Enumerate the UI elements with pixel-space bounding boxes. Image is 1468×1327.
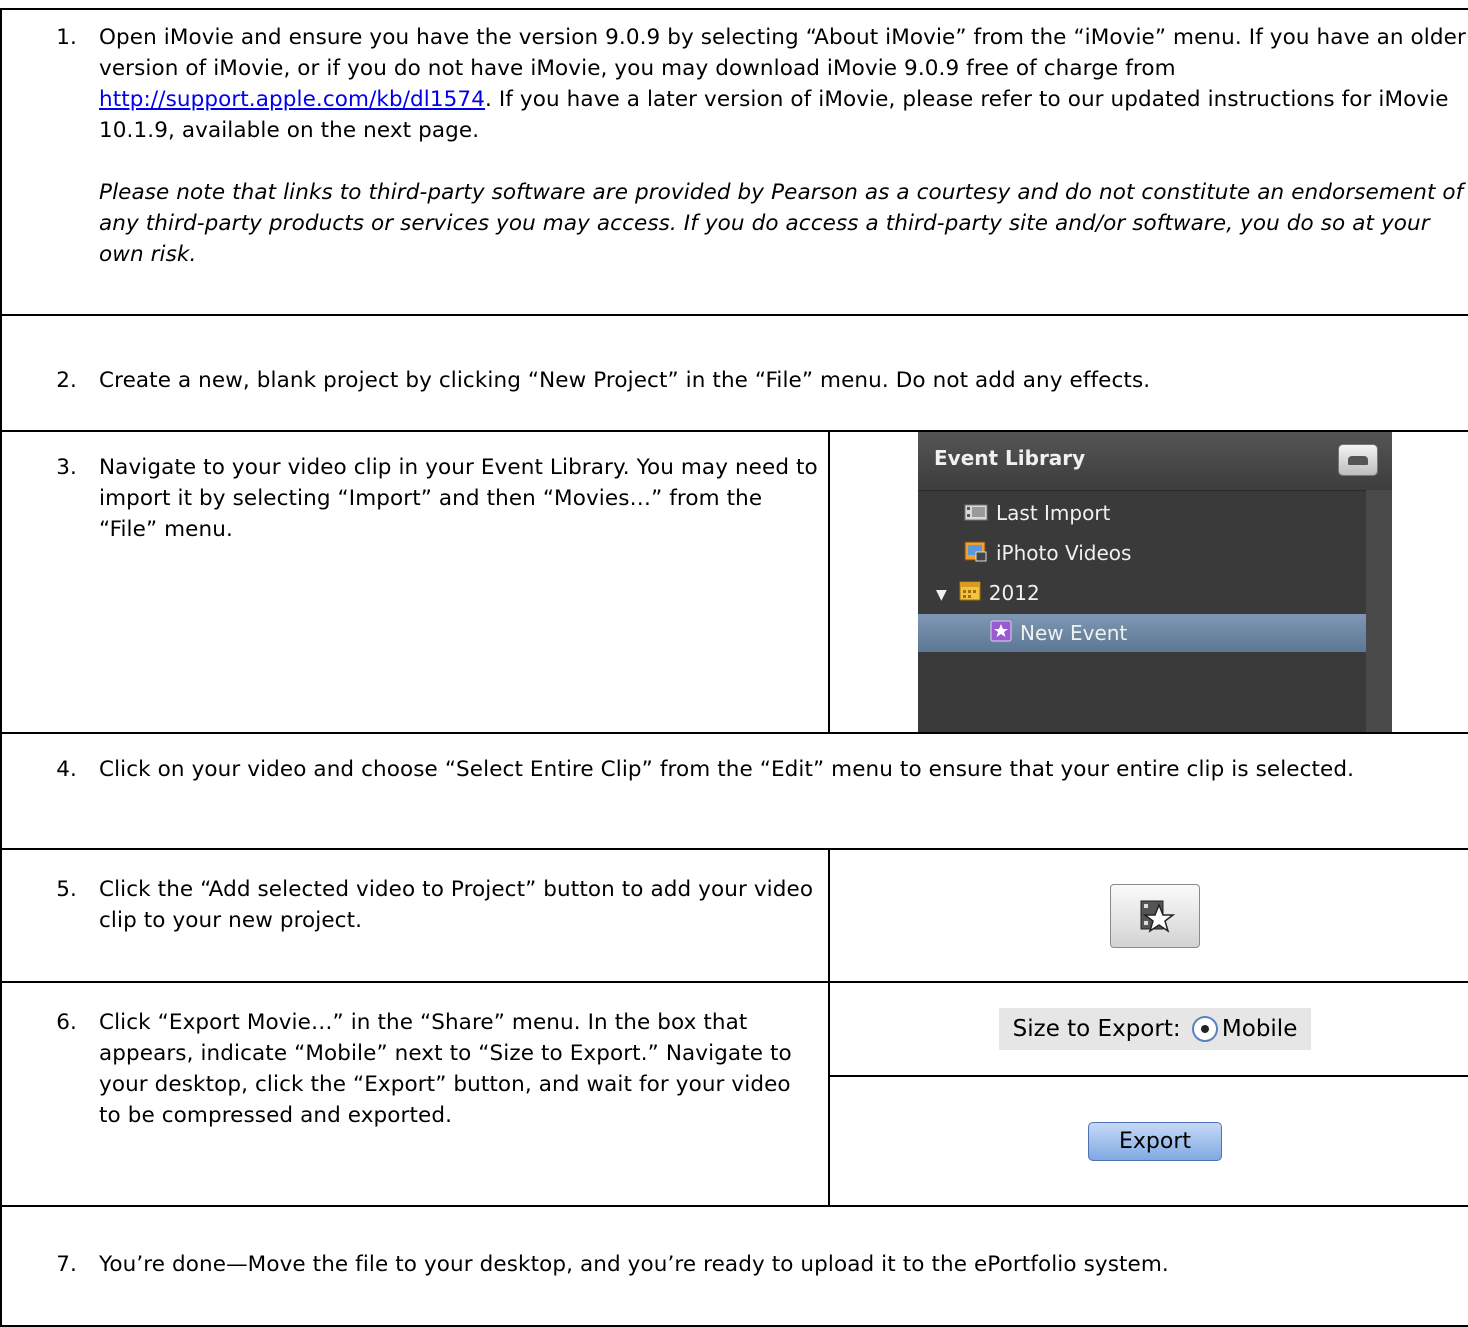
step-4: 4. Click on your video and choose “Selec…	[32, 754, 1468, 785]
step-7-cell: 7. You’re done—Move the file to your des…	[0, 1205, 1468, 1327]
step-2-text: Create a new, blank project by clicking …	[99, 368, 1151, 393]
add-button-cell	[828, 848, 1468, 983]
star-icon	[990, 616, 1012, 654]
disclaimer-note: Please note that links to third-party so…	[99, 180, 1464, 267]
step-4-text: Click on your video and choose “Select E…	[99, 757, 1355, 782]
event-library-cell: Event Library Last Import iPhoto Videos …	[828, 430, 1468, 734]
step-2: 2. Create a new, blank project by clicki…	[32, 365, 1468, 396]
step-2-cell: 2. Create a new, blank project by clicki…	[0, 314, 1468, 432]
step-3-cell: 3. Navigate to your video clip in your E…	[0, 430, 830, 734]
step-1: 1. Open iMovie and ensure you have the v…	[32, 22, 1468, 270]
event-item-2012[interactable]: ▼ 2012	[918, 574, 1392, 612]
step-4-cell: 4. Click on your video and choose “Selec…	[0, 732, 1468, 850]
apple-support-link[interactable]: http://support.apple.com/kb/dl1574	[99, 87, 485, 112]
iphoto-icon	[964, 536, 988, 574]
step-1-text: Open iMovie and ensure you have the vers…	[99, 25, 1466, 143]
step-number: 7.	[56, 1252, 77, 1277]
event-library-header: Event Library	[918, 432, 1392, 491]
step-number: 2.	[56, 368, 77, 393]
export-button[interactable]: Export	[1087, 1121, 1222, 1161]
step-number: 5.	[56, 877, 77, 902]
size-to-export-option: Size to Export: Mobile	[998, 1007, 1312, 1051]
event-library-panel: Event Library Last Import iPhoto Videos …	[918, 432, 1392, 732]
step-5-text: Click the “Add selected video to Project…	[99, 877, 814, 933]
mobile-radio[interactable]	[1191, 1016, 1218, 1043]
event-item-new-event[interactable]: New Event	[918, 614, 1366, 652]
step-1-cell: 1. Open iMovie and ensure you have the v…	[0, 8, 1468, 316]
step-number: 3.	[56, 455, 77, 480]
eject-drive-icon[interactable]	[1338, 444, 1378, 476]
step-number: 1.	[56, 25, 77, 50]
step-3-text: Navigate to your video clip in your Even…	[99, 455, 818, 542]
step-6-text: Click “Export Movie…” in the “Share” men…	[99, 1010, 792, 1128]
step-6-cell: 6. Click “Export Movie…” in the “Share” …	[0, 981, 830, 1207]
event-item-last-import[interactable]: Last Import	[918, 494, 1392, 532]
size-export-cell: Size to Export: Mobile	[828, 981, 1468, 1077]
calendar-icon	[959, 576, 981, 614]
event-item-iphoto-videos[interactable]: iPhoto Videos	[918, 534, 1392, 572]
step-5-cell: 5. Click the “Add selected video to Proj…	[0, 848, 830, 983]
event-library-title: Event Library	[934, 446, 1086, 470]
add-selected-video-button[interactable]	[1110, 883, 1200, 948]
film-icon	[964, 496, 988, 534]
step-7: 7. You’re done—Move the file to your des…	[32, 1249, 1468, 1280]
step-5: 5. Click the “Add selected video to Proj…	[32, 874, 818, 936]
step-6: 6. Click “Export Movie…” in the “Share” …	[32, 1007, 818, 1131]
step-3: 3. Navigate to your video clip in your E…	[32, 452, 818, 545]
step-number: 6.	[56, 1010, 77, 1035]
step-7-text: You’re done—Move the file to your deskto…	[99, 1252, 1169, 1277]
step-number: 4.	[56, 757, 77, 782]
export-button-cell: Export	[828, 1075, 1468, 1207]
scrollbar[interactable]	[1366, 490, 1392, 732]
instructions-table: 1. Open iMovie and ensure you have the v…	[0, 8, 1468, 1327]
disclosure-triangle-icon[interactable]: ▼	[936, 576, 947, 614]
add-to-project-icon	[1140, 900, 1176, 933]
